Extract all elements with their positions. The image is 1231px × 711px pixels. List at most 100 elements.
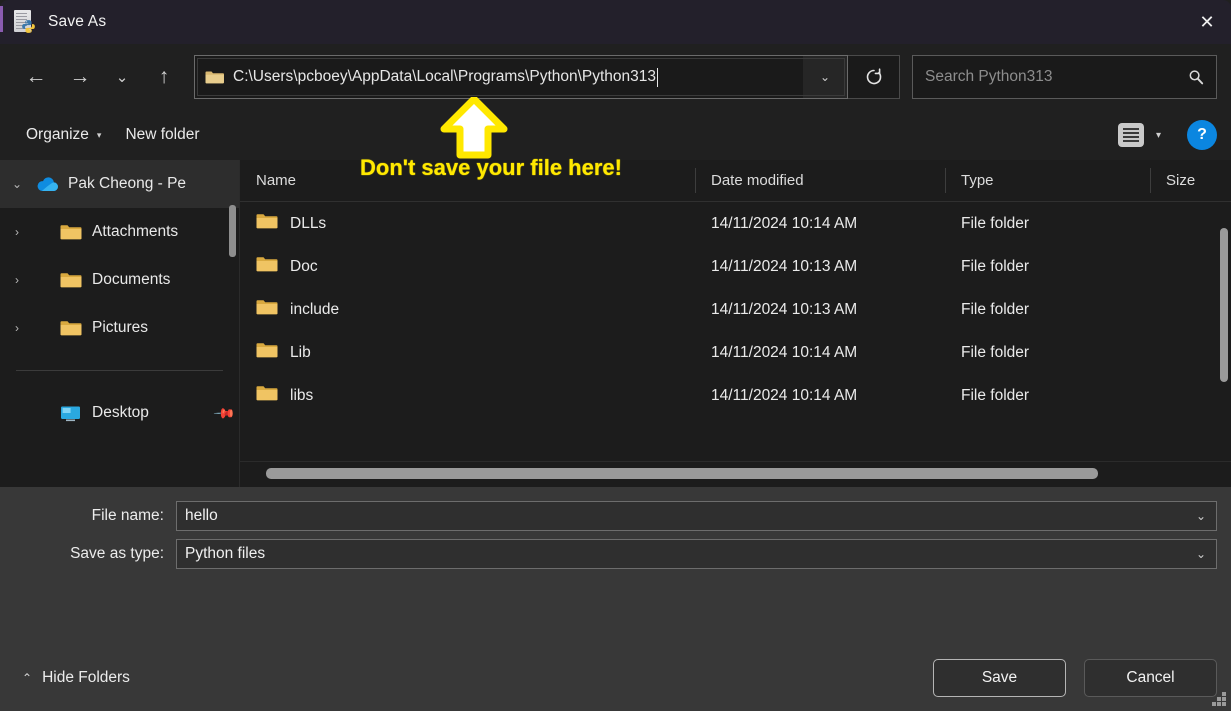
sidebar-item-documents[interactable]: › Documents	[0, 256, 239, 304]
file-type-cell: File folder	[961, 214, 1030, 232]
sidebar-item-label: Desktop	[92, 404, 149, 421]
navigation-pane: ⌄ Pak Cheong - Pe › Attachments › Docume…	[0, 160, 240, 487]
column-headers: Name Date modified Type Size	[240, 160, 1231, 202]
sidebar-item-pictures[interactable]: › Pictures	[0, 304, 239, 352]
file-name-cell: Doc	[240, 256, 695, 278]
sidebar-item-desktop[interactable]: Desktop 📌	[0, 389, 239, 437]
save-as-dialog: Save As ✕ ← → ⌄ ↑ C:\Users\pcboey\AppDat…	[0, 0, 1231, 711]
search-box[interactable]: Search Python313	[912, 55, 1217, 99]
address-bar[interactable]: C:\Users\pcboey\AppData\Local\Programs\P…	[194, 55, 848, 99]
address-input[interactable]: C:\Users\pcboey\AppData\Local\Programs\P…	[233, 68, 656, 86]
sidebar-item-label: Documents	[92, 271, 171, 288]
chevron-right-icon[interactable]: ›	[0, 225, 34, 239]
file-name-label: Doc	[290, 257, 318, 275]
view-mode-chevron-down-icon[interactable]: ▾	[1146, 130, 1171, 141]
search-icon	[1189, 70, 1204, 85]
file-name-cell: include	[240, 299, 695, 321]
view-mode-icon[interactable]	[1117, 123, 1144, 147]
table-row[interactable]: DLLs 14/11/2024 10:14 AM File folder	[240, 202, 1231, 245]
dialog-body: ⌄ Pak Cheong - Pe › Attachments › Docume…	[0, 160, 1231, 487]
save-as-type-label: Save as type:	[70, 545, 164, 562]
hide-folders-label: Hide Folders	[42, 669, 130, 686]
file-date-cell: 14/11/2024 10:13 AM	[711, 257, 858, 275]
file-name-value: hello	[185, 507, 218, 524]
sidebar-item-label: Pak Cheong - Pe	[68, 175, 187, 192]
refresh-button[interactable]	[848, 55, 900, 99]
horizontal-scrollbar-thumb[interactable]	[266, 468, 1098, 479]
file-type-cell: File folder	[961, 386, 1030, 404]
forward-button[interactable]: →	[58, 57, 102, 97]
chevron-right-icon[interactable]: ›	[0, 321, 34, 335]
file-name-cell: DLLs	[240, 213, 695, 235]
chevron-down-icon[interactable]: ⌄	[1186, 509, 1216, 523]
navigation-bar: ← → ⌄ ↑ C:\Users\pcboey\AppData\Local\Pr…	[0, 44, 1231, 110]
column-header-date-modified[interactable]: Date modified	[695, 160, 945, 201]
resize-grip[interactable]	[1212, 692, 1226, 706]
organize-button[interactable]: Organize ▾	[14, 118, 113, 152]
command-toolbar: Organize ▾ New folder ▾ ?	[0, 110, 1231, 160]
dialog-footer: ⌃ Hide Folders Save Cancel	[0, 645, 1231, 711]
save-button[interactable]: Save	[933, 659, 1066, 697]
new-folder-button[interactable]: New folder	[113, 118, 211, 152]
file-date-cell: 14/11/2024 10:14 AM	[711, 386, 858, 404]
address-dropdown-icon[interactable]: ⌄	[803, 56, 847, 98]
recent-locations-button[interactable]: ⌄	[102, 57, 142, 97]
table-row[interactable]: Lib 14/11/2024 10:14 AM File folder	[240, 331, 1231, 374]
folder-icon	[58, 272, 84, 289]
file-name-cell: libs	[240, 385, 695, 407]
onedrive-cloud-icon	[34, 176, 60, 192]
file-date-cell: 14/11/2024 10:13 AM	[711, 300, 858, 318]
search-input[interactable]: Search Python313	[925, 68, 1188, 86]
table-row[interactable]: include 14/11/2024 10:13 AM File folder	[240, 288, 1231, 331]
python-file-icon	[14, 10, 36, 34]
horizontal-scrollbar[interactable]	[240, 461, 1231, 487]
vertical-scrollbar[interactable]	[1217, 202, 1231, 461]
window-title: Save As	[48, 13, 107, 30]
cancel-button[interactable]: Cancel	[1084, 659, 1217, 697]
sidebar-item-label: Pictures	[92, 319, 148, 336]
folder-icon	[58, 320, 84, 337]
file-name-cell: Lib	[240, 342, 695, 364]
sidebar-scrollbar-thumb[interactable]	[229, 205, 236, 257]
column-header-name[interactable]: Name	[240, 160, 695, 201]
file-list: DLLs 14/11/2024 10:14 AM File folder Doc…	[240, 202, 1231, 461]
save-as-type-row: Save as type: Python files ⌄	[0, 539, 1231, 569]
help-button[interactable]: ?	[1187, 120, 1217, 150]
back-button[interactable]: ←	[14, 57, 58, 97]
file-date-cell: 14/11/2024 10:14 AM	[711, 214, 858, 232]
file-name-label: include	[290, 300, 340, 318]
python-logo-icon	[22, 20, 35, 33]
chevron-down-icon[interactable]: ⌄	[1186, 547, 1216, 561]
window-accent-stripe	[0, 6, 3, 32]
vertical-scrollbar-thumb[interactable]	[1220, 228, 1228, 382]
chevron-up-icon: ⌃	[22, 671, 33, 685]
save-as-type-value: Python files	[185, 545, 266, 562]
folder-icon	[58, 224, 84, 241]
folder-icon	[205, 70, 224, 85]
hide-folders-button[interactable]: ⌃ Hide Folders	[14, 663, 138, 693]
file-name-input[interactable]: hello ⌄	[176, 501, 1217, 531]
folder-icon	[256, 385, 278, 407]
sidebar-item-attachments[interactable]: › Attachments	[0, 208, 239, 256]
save-as-type-select[interactable]: Python files ⌄	[176, 539, 1217, 569]
file-type-cell: File folder	[961, 300, 1030, 318]
save-form: File name: hello ⌄ Save as type: Python …	[0, 487, 1231, 645]
column-header-size[interactable]: Size	[1150, 160, 1231, 201]
sidebar-item-onedrive[interactable]: ⌄ Pak Cheong - Pe	[0, 160, 239, 208]
file-name-label: libs	[290, 386, 314, 404]
refresh-icon	[866, 68, 881, 85]
chevron-down-icon: ▾	[96, 129, 102, 140]
up-button[interactable]: ↑	[142, 57, 186, 97]
chevron-right-icon[interactable]: ›	[0, 273, 34, 287]
file-name-row: File name: hello ⌄	[0, 501, 1231, 531]
title-bar: Save As ✕	[0, 0, 1231, 44]
file-name-label: DLLs	[290, 214, 327, 232]
column-header-type[interactable]: Type	[945, 160, 1150, 201]
table-row[interactable]: libs 14/11/2024 10:14 AM File folder	[240, 374, 1231, 417]
pin-icon[interactable]: 📌	[212, 401, 237, 425]
text-cursor	[657, 67, 659, 87]
close-icon[interactable]: ✕	[1183, 0, 1231, 44]
file-type-cell: File folder	[961, 257, 1030, 275]
table-row[interactable]: Doc 14/11/2024 10:13 AM File folder	[240, 245, 1231, 288]
chevron-down-icon[interactable]: ⌄	[0, 177, 34, 191]
